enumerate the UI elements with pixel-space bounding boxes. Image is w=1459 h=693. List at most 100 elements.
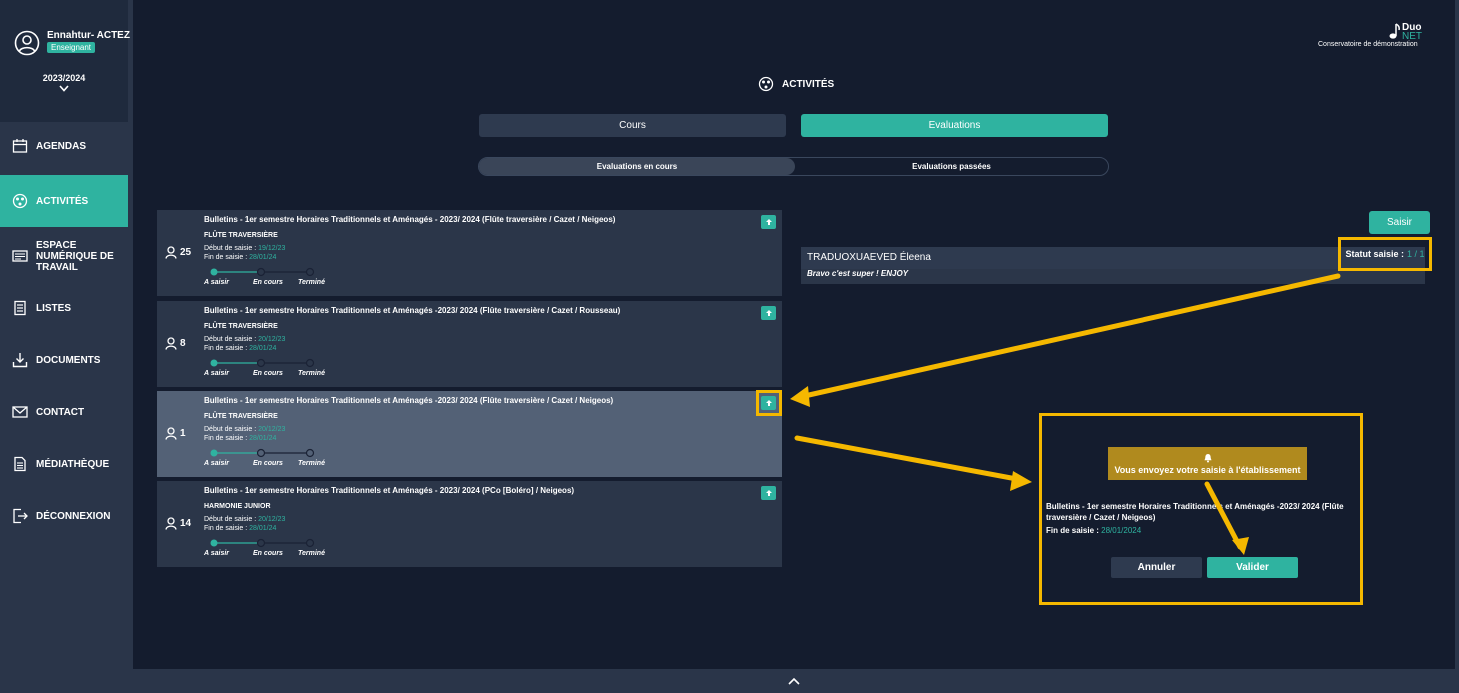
user-role-badge: Enseignant [47,42,96,53]
progress-track [210,267,315,277]
dialog-title: Bulletins - 1er semestre Horaires Tradit… [1046,502,1344,522]
progress-steps: A saisir En cours Terminé [204,448,344,470]
student-row[interactable]: TRADUOXUAEVED Éleena Bravo c'est super !… [801,247,1425,284]
end-label: Fin de saisie : [204,525,248,532]
sidebar-item-label: AGENDAS [36,140,87,152]
download-icon [12,353,28,368]
start-label: Début de saisie : [204,516,257,523]
person-icon [165,337,177,350]
start-label: Début de saisie : [204,426,257,433]
end-label: Fin de saisie : [204,254,248,261]
sidebar-item-listes[interactable]: LISTES [0,282,128,334]
step-termine: Terminé [298,460,325,467]
start-date: 20/12/23 [258,336,286,343]
user-avatar-icon[interactable] [14,30,40,56]
duonet-logo: Duo NET Conservatoire de démonstration [1316,20,1426,52]
sidebar-item-label: DOCUMENTS [36,354,101,366]
progress-track [210,448,315,458]
chevron-down-icon[interactable] [58,84,70,94]
sidebar-item-activites[interactable]: ACTIVITÉS [0,175,128,227]
sidebar-item-label: LISTES [36,302,72,314]
send-icon [765,310,772,316]
chevron-up-icon[interactable] [787,676,801,686]
progress-steps: A saisir En cours Terminé [204,538,344,560]
sidebar-item-label: ESPACE NUMÉRIQUE DE TRAVAIL [36,239,114,273]
sidebar-item-deconnexion[interactable]: DÉCONNEXION [0,490,128,542]
count-value: 8 [180,338,186,349]
card-dates: Début de saisie : 20/12/23 Fin de saisie… [204,515,285,533]
activities-icon [758,76,774,92]
send-button[interactable] [761,215,776,229]
sidebar-item-espace-numerique[interactable]: ESPACE NUMÉRIQUE DE TRAVAIL [0,230,128,282]
send-button[interactable] [761,486,776,500]
status-label: Statut saisie : [1345,249,1404,259]
student-count: 8 [165,337,186,350]
card-dates: Début de saisie : 20/12/23 Fin de saisie… [204,425,285,443]
start-label: Début de saisie : [204,336,257,343]
evaluation-card[interactable]: Bulletins - 1er semestre Horaires Tradit… [157,301,782,387]
subtab-evaluations-passees[interactable]: Evaluations passées [795,158,1108,175]
subtab-evaluations-en-cours[interactable]: Evaluations en cours [479,158,795,175]
student-comment: Bravo c'est super ! ENJOY [807,269,909,278]
start-date: 20/12/23 [258,516,286,523]
send-icon [765,490,772,496]
sidebar-item-mediatheque[interactable]: MÉDIATHÈQUE [0,438,128,490]
evaluation-card[interactable]: Bulletins - 1er semestre Horaires Tradit… [157,481,782,567]
send-icon [765,219,772,225]
school-year[interactable]: 2023/2024 [0,73,128,83]
end-label: Fin de saisie : [204,345,248,352]
logo-subtitle: Conservatoire de démonstration [1318,41,1418,48]
person-icon [165,517,177,530]
list-icon [14,300,26,316]
student-count: 1 [165,427,186,440]
user-name: Ennahtur- ACTEZ [47,30,130,41]
card-dates: Début de saisie : 20/12/23 Fin de saisie… [204,335,285,353]
scrollbar-track[interactable] [1455,0,1459,693]
card-instrument: FLÛTE TRAVERSIÈRE [204,232,278,239]
user-box: Ennahtur- ACTEZ Enseignant 2023/2024 [0,0,130,122]
step-termine: Terminé [298,370,325,377]
card-title: Bulletins - 1er semestre Horaires Tradit… [204,396,614,405]
card-title: Bulletins - 1er semestre Horaires Tradit… [204,306,621,315]
progress-track [210,358,315,368]
step-termine: Terminé [298,550,325,557]
activities-icon [12,193,28,209]
end-date: 28/01/24 [249,525,277,532]
card-dates: Début de saisie : 19/12/23 Fin de saisie… [204,244,285,262]
sidebar-item-documents[interactable]: DOCUMENTS [0,334,128,386]
sidebar-item-label: CONTACT [36,406,85,418]
step-termine: Terminé [298,279,325,286]
status-badge: Statut saisie :1 / 1 [1338,237,1432,271]
sidebar-item-label: MÉDIATHÈQUE [36,458,110,470]
student-count: 25 [165,246,191,259]
progress-steps: A saisir En cours Terminé [204,267,344,289]
bell-icon [1204,453,1211,462]
sidebar-item-contact[interactable]: CONTACT [0,386,128,438]
card-title: Bulletins - 1er semestre Horaires Tradit… [204,486,575,495]
tab-cours[interactable]: Cours [479,114,786,137]
evaluation-card[interactable]: Bulletins - 1er semestre Horaires Tradit… [157,210,782,296]
app-window: Ennahtur- ACTEZ Enseignant 2023/2024 AGE… [0,0,1459,693]
count-value: 14 [180,518,192,529]
evaluation-card-selected[interactable]: Bulletins - 1er semestre Horaires Tradit… [157,391,782,477]
person-icon [165,246,177,259]
confirm-dialog: Vous envoyez votre saisie à l'établissem… [1039,413,1363,605]
progress-track [210,538,315,548]
subtabs: Evaluations en cours Evaluations passées [478,157,1109,176]
dialog-end-label: Fin de saisie : [1046,526,1099,535]
sidebar-item-agendas[interactable]: AGENDAS [0,120,128,172]
count-value: 25 [180,247,192,258]
dialog-banner: Vous envoyez votre saisie à l'établissem… [1108,447,1307,480]
cancel-button[interactable]: Annuler [1111,557,1202,578]
step-en-cours: En cours [253,370,283,377]
workspace-icon [12,250,28,262]
tab-evaluations[interactable]: Evaluations [801,114,1108,137]
step-en-cours: En cours [253,460,283,467]
highlight-send-button [756,390,782,416]
music-note-icon [1389,23,1400,39]
send-button[interactable] [761,306,776,320]
end-date: 28/01/24 [249,435,277,442]
saisir-button[interactable]: Saisir [1369,211,1430,234]
mail-icon [12,406,28,418]
confirm-button[interactable]: Valider [1207,557,1298,578]
